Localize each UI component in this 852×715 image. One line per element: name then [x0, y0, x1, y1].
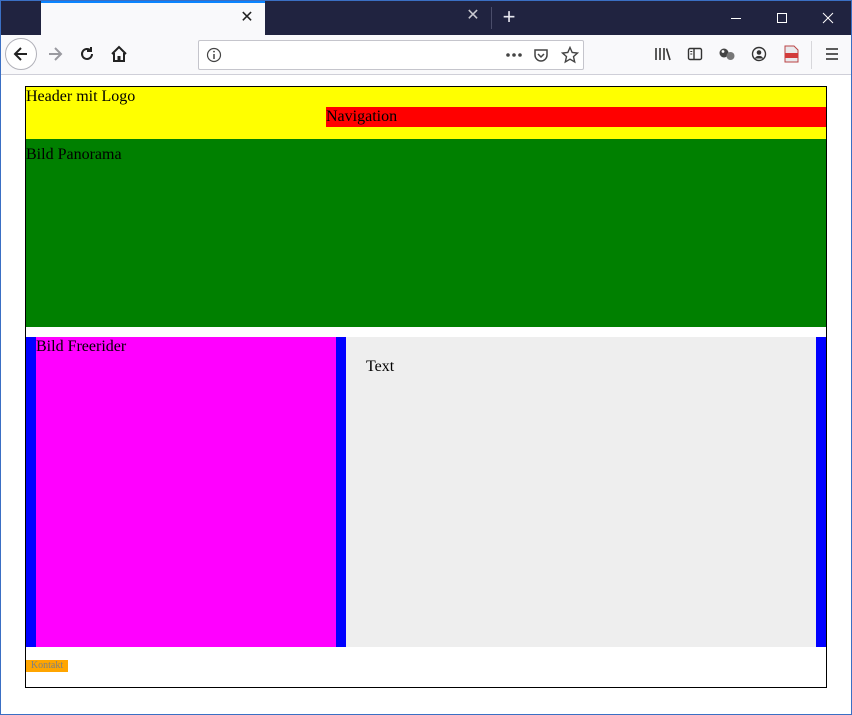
close-tab-icon[interactable]: ✕: [465, 8, 481, 24]
menu-icon: [826, 48, 838, 60]
forward-button[interactable]: [40, 39, 70, 69]
pdf-icon: [784, 45, 799, 63]
navigation-toolbar: [1, 35, 851, 75]
home-button[interactable]: [104, 39, 134, 69]
tab-active[interactable]: ✕: [41, 1, 265, 35]
close-window-icon: [822, 12, 834, 24]
library-button[interactable]: [648, 39, 678, 69]
panorama-image-placeholder: Bild Panorama: [26, 139, 826, 327]
tab-separator: [491, 7, 492, 29]
library-icon: [655, 48, 671, 61]
tab-strip: ✕ ✕ +: [1, 1, 851, 35]
back-button[interactable]: [5, 38, 37, 70]
toolbar-separator: [811, 41, 812, 69]
more-icon[interactable]: [505, 48, 523, 62]
reload-button[interactable]: [72, 39, 102, 69]
bookmark-star-icon[interactable]: [561, 46, 579, 64]
close-window-button[interactable]: [805, 1, 851, 35]
account-button[interactable]: [744, 39, 774, 69]
panorama-label: Bild Panorama: [26, 146, 122, 163]
minimize-icon: [731, 18, 741, 19]
url-input[interactable]: [229, 45, 493, 67]
header: Header mit Logo Navigation: [26, 87, 826, 139]
back-arrow-icon: [13, 47, 27, 61]
address-bar[interactable]: [198, 40, 584, 70]
contact-link[interactable]: Kontakt: [26, 660, 68, 672]
sidebar-button[interactable]: [680, 39, 710, 69]
tab-inactive[interactable]: ✕: [265, 1, 491, 35]
navigation[interactable]: Navigation: [326, 107, 826, 127]
web-page: Header mit Logo Navigation Bild Panorama…: [1, 75, 851, 714]
maximize-icon: [777, 13, 787, 23]
pocket-icon[interactable]: [533, 47, 549, 63]
info-icon[interactable]: [206, 47, 222, 63]
pdf-button[interactable]: [776, 39, 806, 69]
extension-button[interactable]: [712, 39, 742, 69]
account-icon: [751, 46, 767, 62]
menu-button[interactable]: [817, 39, 847, 69]
page-container: Header mit Logo Navigation Bild Panorama…: [25, 86, 827, 688]
text-area: Text: [346, 337, 816, 647]
freerider-image-placeholder: Bild Freerider: [36, 337, 336, 647]
maximize-button[interactable]: [759, 1, 805, 35]
navigation-label: Navigation: [326, 108, 398, 125]
reload-icon: [81, 47, 93, 60]
text-label: Text: [366, 358, 395, 375]
freerider-label: Bild Freerider: [36, 338, 127, 355]
forward-arrow-icon: [49, 47, 63, 61]
browser-window: ✕ ✕ + Header mit Logo Navigation Bild Pa…: [0, 0, 852, 715]
content-section: Bild Freerider Text: [26, 337, 826, 647]
minimize-button[interactable]: [713, 1, 759, 35]
new-tab-icon[interactable]: +: [497, 6, 521, 30]
close-tab-icon[interactable]: ✕: [239, 10, 255, 26]
extension-icon: [719, 48, 735, 60]
home-icon: [111, 45, 127, 62]
header-label: Header mit Logo: [26, 88, 136, 105]
sidebar-icon: [687, 47, 703, 61]
